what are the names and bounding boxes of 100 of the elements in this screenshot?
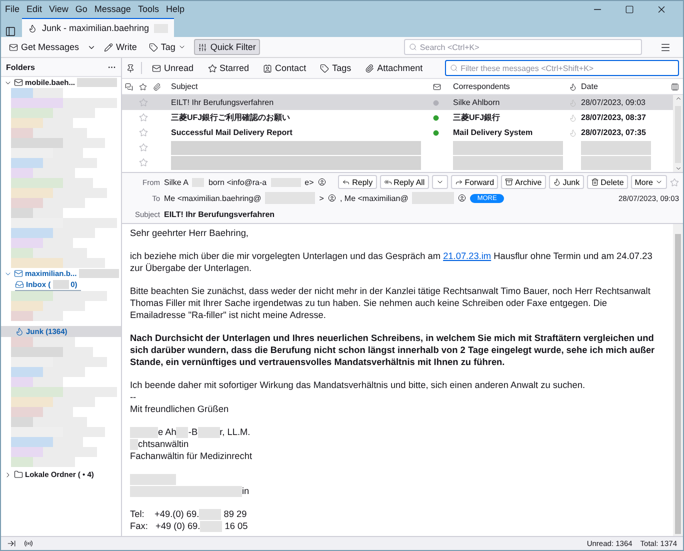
toolbar-button[interactable]: Write (100, 39, 141, 55)
redaction-blur (198, 427, 220, 438)
star-icon (139, 82, 147, 90)
body-text: Ich beende daher mit sofortiger Wirkung das Mandatsverhältnis und bitte, sich einen anderen Anwalt zu suchen. (130, 380, 586, 390)
redaction-blur (11, 397, 53, 407)
contact-card-icon (263, 64, 272, 72)
recipient-address[interactable]: Me <maximilian.baehring@ (164, 194, 262, 202)
filter-button[interactable]: Unread (148, 60, 198, 76)
pane-title: Folders (6, 62, 35, 72)
body-text: r, LL.M. (220, 427, 250, 437)
arrow-to-line-icon (7, 539, 16, 548)
message-row[interactable]: EILT! Ihr Berufungsverfahren Silke Ahlborn 28/07/2023, 09:03 (122, 95, 673, 110)
contact-icon (328, 194, 336, 202)
redaction-blur (43, 198, 85, 208)
trash-icon (590, 178, 599, 186)
message-sender: Mail Delivery System (453, 128, 534, 137)
status-dot (433, 100, 439, 106)
filter-button[interactable]: Tags (316, 60, 356, 76)
mail-account-icon (14, 78, 23, 87)
redaction-blur (63, 138, 105, 148)
message-action-button[interactable]: Reply (338, 175, 377, 189)
sender-address[interactable]: born <info@ra-a (208, 178, 267, 186)
redaction-blur (53, 108, 95, 118)
mail-account-icon (14, 269, 23, 278)
mail-tab[interactable]: Junk - maximilian.baehring (22, 18, 174, 37)
message-action-button[interactable]: More (630, 175, 667, 189)
sliders-icon (198, 42, 208, 52)
menu-item[interactable]: Edit (26, 4, 42, 14)
menu-item[interactable]: View (49, 4, 68, 14)
mail-icon (9, 42, 18, 52)
redaction-blur (11, 291, 53, 301)
reply-icon (342, 178, 350, 186)
body-text: e Ah (158, 427, 176, 437)
recipient-address[interactable]: > (319, 194, 324, 202)
redaction-blur (581, 140, 651, 154)
body-text: -B (188, 427, 198, 437)
body-text: Tel: +49.(0) 69. (130, 509, 200, 520)
star-icon (670, 178, 679, 186)
caret-icon (436, 178, 444, 186)
body-text: Fachanwältin für Medizinrecht (130, 451, 252, 462)
toolbar-button[interactable]: Tag (144, 39, 190, 55)
radio-icon (24, 539, 33, 548)
tag-icon (320, 64, 330, 72)
menu-item[interactable]: Tools (138, 4, 159, 14)
message-action-button[interactable]: Forward (450, 175, 498, 189)
column-header[interactable]: Subject (171, 82, 433, 91)
star-icon (139, 158, 148, 167)
date-link[interactable]: 21.07.23.im (443, 251, 492, 261)
column-header[interactable]: Correspondents (453, 82, 569, 91)
star-icon (139, 98, 148, 107)
toolbar-button[interactable]: Get Messages (5, 39, 84, 55)
dropdown-button[interactable] (432, 175, 448, 189)
filter-button[interactable]: Contact (259, 60, 310, 76)
body-text: 89 29 (222, 509, 247, 520)
search-icon (408, 43, 417, 51)
message-action-button[interactable]: Delete (586, 175, 628, 189)
star-icon (139, 113, 148, 122)
message-subject: EILT! Ihr Berufungsverfahren (171, 98, 275, 107)
body-paragraph: Nach Durchsicht der Unterlagen und Ihres neuerlichen Schreibens, in welchem Sie mich mit Straftätern vergleichen und sich darüber wundern, dass die Berufung nicht schon längst innerhalb von 2 Tage eingelegt wurde, sehe ich mich außer Stande, ein vernünftiges und vertrauensvolles Mandatsverhältnis mit Ihnen zu führen. (130, 332, 656, 368)
redaction-blur (265, 192, 316, 204)
redaction-blur (53, 291, 107, 301)
redaction-blur (43, 367, 85, 377)
redaction-blur (11, 148, 53, 158)
message-action-button[interactable]: Reply All (380, 175, 429, 189)
redaction-blur (200, 521, 222, 532)
redaction-blur (11, 188, 53, 198)
column-header[interactable]: Date (581, 82, 671, 91)
menu-item[interactable]: File (5, 4, 20, 14)
message-date: 28/07/2023, 08:37 (581, 113, 647, 122)
redaction-blur (11, 228, 53, 238)
caret-icon (655, 178, 663, 186)
scrollbar[interactable] (673, 95, 683, 172)
flame-icon (552, 178, 561, 186)
star-icon (139, 128, 148, 137)
redaction-blur (11, 437, 53, 447)
redaction-blur (176, 427, 188, 438)
redaction-blur (53, 228, 95, 238)
filter-button[interactable]: Starred (204, 60, 254, 76)
message-action-button[interactable]: Junk (548, 175, 584, 189)
inbox-icon (15, 280, 24, 289)
scroll-down-icon (674, 165, 682, 172)
read-status-icon (433, 82, 441, 90)
more-button[interactable]: ··· (108, 62, 116, 72)
search-icon (450, 64, 458, 72)
sender-address[interactable]: e> (304, 178, 314, 186)
recipient-address[interactable]: , Me <maximilian@ (340, 194, 408, 202)
paperclip-icon (365, 64, 374, 72)
contact-icon (458, 194, 466, 202)
toolbar-button[interactable]: Quick Filter (194, 39, 260, 55)
menu-item[interactable]: Go (75, 4, 88, 14)
filter-button[interactable]: Attachment (361, 60, 427, 76)
menu-item[interactable]: Help (166, 4, 184, 14)
sender-address[interactable]: Silke A (164, 178, 188, 186)
status-dot (433, 130, 439, 136)
scrollbar[interactable] (673, 224, 683, 536)
menu-item[interactable]: Message (94, 4, 131, 14)
body-text: -- (130, 392, 136, 402)
scroll-up-icon (674, 95, 682, 102)
redaction-blur (11, 108, 53, 118)
message-action-button[interactable]: Archive (501, 175, 546, 189)
